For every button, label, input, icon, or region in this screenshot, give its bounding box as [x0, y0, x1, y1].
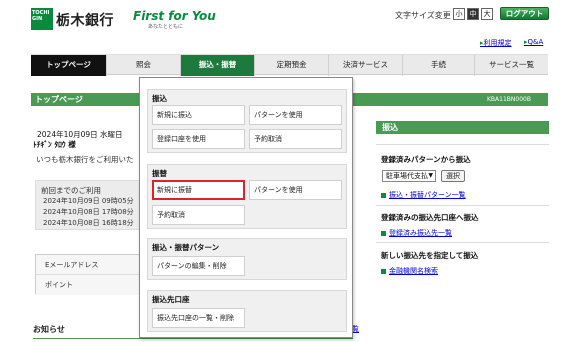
bank-name: 栃木銀行	[56, 13, 114, 29]
menu-cancel-reservation-account-transfer[interactable]: 予約取消	[152, 205, 245, 225]
font-size-large-button[interactable]: 大	[481, 8, 493, 20]
page-title: トップページ	[35, 95, 83, 104]
nav-procedures[interactable]: 手続	[403, 55, 475, 76]
select-pattern-button[interactable]: 選択	[441, 170, 465, 182]
menu-new-transfer[interactable]: 新規に振込	[152, 105, 245, 125]
login-history-row: 2024年10月09日 09時05分	[43, 197, 134, 205]
sidebar-divider	[376, 242, 549, 243]
bullet-square-icon	[381, 268, 386, 274]
welcome-message: いつも栃木銀行をご利用いた	[36, 155, 134, 164]
news-heading: お知らせ	[33, 325, 65, 334]
login-history-row: 2024年10月08日 17時08分	[43, 208, 134, 216]
news-list-link[interactable]: 覧	[352, 324, 359, 334]
logout-button[interactable]: ログアウト	[500, 7, 549, 20]
faq-link[interactable]: ▸Q&A	[524, 38, 543, 46]
menu-section-payee-account: 振込先口座 振込先口座の一覧・削除	[147, 290, 347, 332]
nav-top-page[interactable]: トップページ	[31, 55, 107, 76]
page-code: KBA11BN000B	[487, 96, 531, 103]
nav-transfer[interactable]: 振込・振替	[181, 55, 255, 76]
pattern-select[interactable]: 駐車場代支払 ▼	[382, 170, 436, 182]
menu-section-account-transfer: 振替 新規に振替 パターンを使用 予約取消	[147, 164, 347, 229]
menu-cancel-reservation-transfer[interactable]: 予約取消	[249, 129, 342, 149]
menu-edit-delete-pattern[interactable]: パターンの編集・削除	[152, 256, 245, 276]
pattern-transfer-heading: 登録済みパターンから振込	[381, 155, 471, 164]
sidebar-title: 振込	[382, 123, 398, 132]
menu-section-title: 振込・振替パターン	[152, 243, 220, 252]
menu-section-title: 振込	[152, 94, 167, 103]
registered-payee-list-link[interactable]: 登録済み振込先一覧	[381, 228, 452, 238]
menu-section-title: 振込先口座	[152, 295, 190, 304]
sidebar-divider	[376, 205, 549, 206]
font-size-small-button[interactable]: 小	[453, 8, 465, 20]
menu-section-title: 振替	[152, 169, 167, 178]
nav-inquiry[interactable]: 照会	[107, 55, 181, 76]
news-divider	[33, 338, 353, 339]
menu-section-transfer: 振込 新規に振込 パターンを使用 登録口座を使用 予約取消	[147, 89, 347, 153]
font-size-label: 文字サイズ変更	[395, 11, 451, 20]
registered-account-heading: 登録済みの振込先口座へ振込	[381, 213, 479, 222]
login-history-title: 前回までのご利用	[41, 186, 101, 195]
menu-new-account-transfer[interactable]: 新規に振替	[152, 180, 245, 200]
terms-link[interactable]: ▸利用規定	[480, 38, 512, 48]
bullet-square-icon	[381, 230, 386, 236]
menu-section-pattern: 振込・振替パターン パターンの編集・削除	[147, 238, 347, 280]
nav-time-deposit[interactable]: 定期預金	[255, 55, 329, 76]
pattern-list-link[interactable]: 振込・振替パターン一覧	[381, 190, 466, 200]
nav-payment-services[interactable]: 決済サービス	[329, 55, 403, 76]
sidebar-title-bar	[376, 121, 549, 134]
customer-name: ﾄﾁｷﾞﾝ ﾀﾛｳ 様	[33, 140, 76, 149]
menu-use-pattern-transfer[interactable]: パターンを使用	[249, 105, 342, 125]
login-history-row: 2024年10月08日 16時18分	[43, 219, 134, 227]
chevron-down-icon: ▼	[428, 172, 433, 179]
info-row-points: ポイント	[36, 275, 150, 295]
brand-slogan: First for You	[133, 9, 216, 23]
transfer-dropdown-menu: 振込 新規に振込 パターンを使用 登録口座を使用 予約取消 振替 新規に振替 パ…	[139, 77, 353, 338]
customer-info-table: Eメールアドレス ポイント	[35, 254, 151, 295]
bullet-square-icon	[381, 192, 386, 198]
nav-service-list[interactable]: サービス一覧	[475, 55, 548, 76]
global-nav: トップページ 照会 振込・振替 定期預金 決済サービス 手続 サービス一覧	[31, 54, 548, 76]
menu-payee-list-delete[interactable]: 振込先口座の一覧・削除	[152, 308, 245, 328]
menu-use-registered-account[interactable]: 登録口座を使用	[152, 129, 245, 149]
info-row-email: Eメールアドレス	[36, 255, 150, 275]
new-payee-heading: 新しい振込先を指定して振込	[381, 251, 479, 260]
brand-subtitle: あなたとともに	[148, 24, 184, 30]
menu-use-pattern-account-transfer[interactable]: パターンを使用	[249, 180, 342, 200]
bank-search-link[interactable]: 金融機関名検索	[381, 266, 438, 276]
font-size-medium-button[interactable]: 中	[467, 8, 479, 20]
bank-logo: TOCHI GIN	[31, 8, 53, 30]
